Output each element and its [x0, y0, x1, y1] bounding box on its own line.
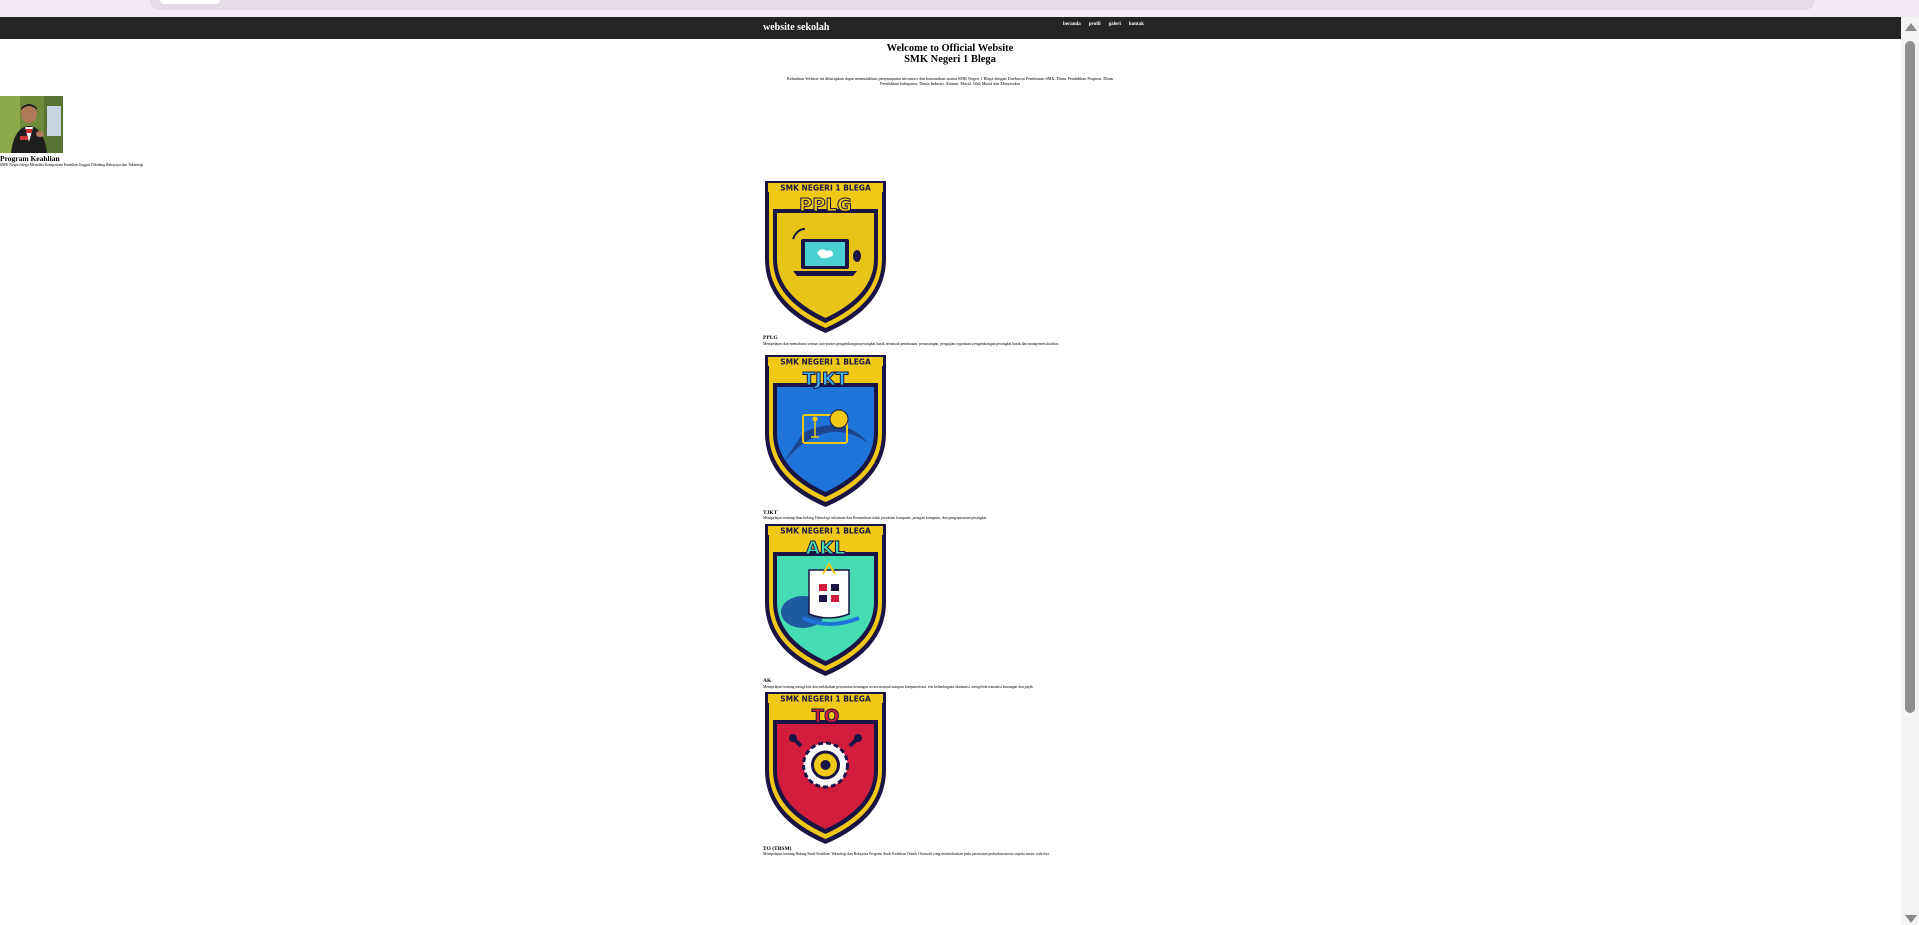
program-description: Mempelajari dan memahami semua cara-pros…	[763, 342, 1059, 346]
program-description: Mempelajari tentang Bidang Studi Keahlia…	[763, 852, 1049, 856]
program-name: AK	[763, 678, 772, 684]
site-brand[interactable]: website sekolah	[763, 22, 829, 33]
badge-code: TO	[812, 706, 840, 727]
scrollbar-thumb[interactable]	[1905, 41, 1915, 713]
page-scrollbar[interactable]	[1901, 17, 1919, 925]
badge-school-label: SMK NEGERI 1 BLEGA	[780, 695, 871, 704]
program-name: PPLG	[763, 335, 778, 341]
program-description: Mempelajari tentang mengelola dan melaku…	[763, 685, 1033, 689]
sidebar-photo	[0, 96, 63, 153]
scroll-down-arrow-icon[interactable]	[1905, 915, 1917, 923]
browser-tab[interactable]	[160, 0, 220, 4]
hero-title: Welcome to Official Website SMK Negeri 1…	[830, 43, 1070, 65]
badge-school-label: SMK NEGERI 1 BLEGA	[780, 358, 871, 367]
hero-title-line2: SMK Negeri 1 Blega	[904, 54, 996, 65]
badge-code: PPLG	[799, 195, 852, 216]
badge-school-label: SMK NEGERI 1 BLEGA	[780, 184, 871, 193]
tjkt-badge-logo: SMK NEGERI 1 BLEGA TJKT	[765, 355, 886, 507]
nav-item-kontak[interactable]: kontak	[1129, 22, 1144, 27]
badge-code: TJKT	[803, 369, 849, 390]
hero-description: Kehadiran Website ini diharapkan dapat m…	[786, 76, 1114, 86]
akl-badge-logo: SMK NEGERI 1 BLEGA AKL	[765, 524, 886, 676]
badge-school-label: SMK NEGERI 1 BLEGA	[780, 527, 871, 536]
site-navbar: website sekolah beranda profil galeri ko…	[0, 17, 1901, 39]
pplg-badge-logo: SMK NEGERI 1 BLEGA PPLG	[765, 181, 886, 333]
badge-code: AKL	[806, 538, 845, 559]
program-description: Mempelajari tentang ilmu bidang Teknolog…	[763, 516, 987, 520]
nav-item-galeri[interactable]: galeri	[1109, 22, 1121, 27]
to-badge-logo: SMK NEGERI 1 BLEGA TO	[765, 692, 886, 844]
nav-menu: beranda profil galeri kontak	[1063, 22, 1144, 27]
nav-item-beranda[interactable]: beranda	[1063, 22, 1081, 27]
hero-title-line1: Welcome to Official Website	[886, 43, 1014, 54]
nav-item-profil[interactable]: profil	[1089, 22, 1101, 27]
sidebar-description: SMK Negeri blega Memiliki Kompetensi Kea…	[0, 163, 144, 167]
sidebar-title: Program Keahlian	[0, 154, 60, 163]
browser-top-strip	[0, 0, 1919, 17]
scroll-up-arrow-icon[interactable]	[1905, 23, 1917, 31]
browser-address-bar[interactable]	[150, 0, 1815, 10]
